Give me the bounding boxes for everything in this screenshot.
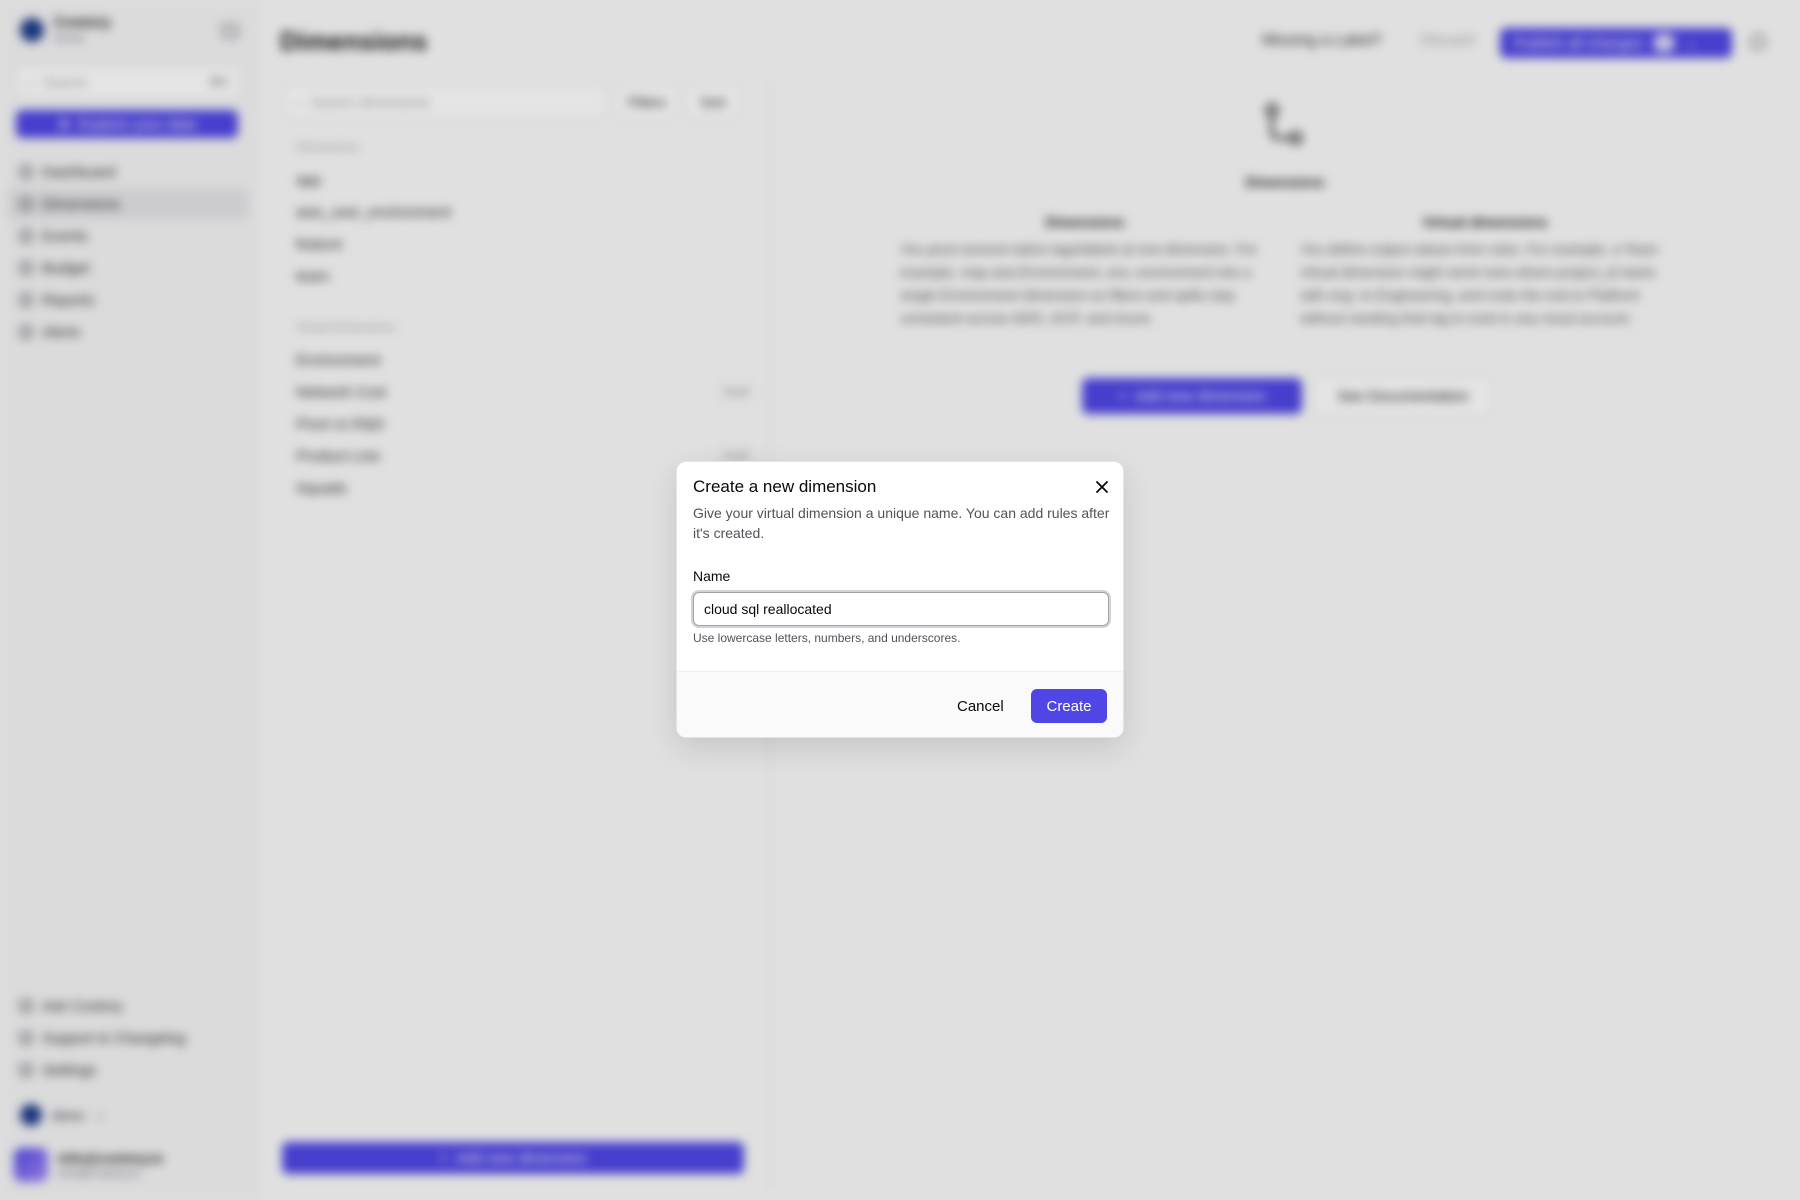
- name-field-label: Name: [693, 568, 731, 584]
- close-glyph: [1096, 481, 1108, 493]
- create-button[interactable]: Create: [1031, 689, 1107, 723]
- cancel-button[interactable]: Cancel: [943, 689, 1018, 723]
- dialog-description: Give your virtual dimension a unique nam…: [693, 505, 1110, 541]
- dialog-footer: Cancel Create: [677, 671, 1123, 737]
- create-dimension-dialog: Create a new dimension Give your virtual…: [676, 461, 1124, 738]
- name-field-hint: Use lowercase letters, numbers, and unde…: [693, 631, 961, 645]
- dialog-title: Create a new dimension: [693, 477, 877, 496]
- close-icon[interactable]: [1093, 478, 1111, 496]
- dimension-name-input[interactable]: [693, 592, 1109, 626]
